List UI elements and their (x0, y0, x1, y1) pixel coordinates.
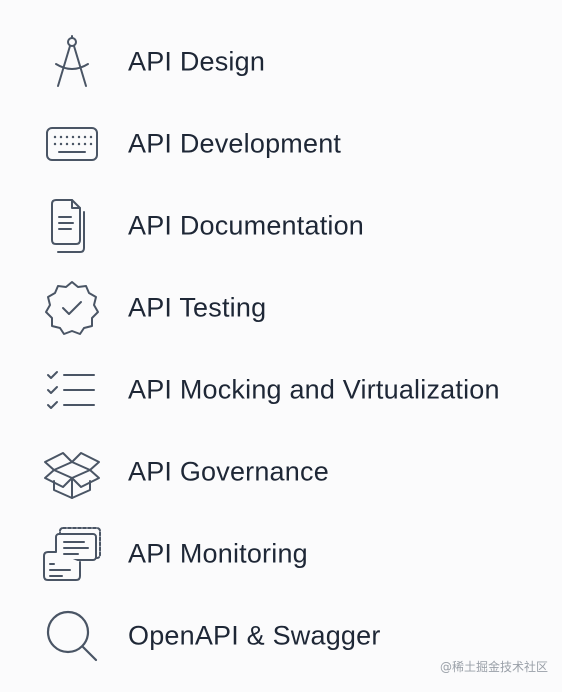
feature-item-api-monitoring[interactable]: API Monitoring (0, 513, 562, 595)
open-box-icon (40, 440, 104, 504)
document-icon (40, 194, 104, 258)
feature-label: API Monitoring (128, 538, 308, 569)
chat-monitor-icon (40, 522, 104, 586)
feature-label: OpenAPI & Swagger (128, 620, 381, 651)
checklist-icon (40, 358, 104, 422)
page: API Design API Development API Documenta… (0, 0, 562, 692)
feature-label: API Documentation (128, 210, 365, 241)
feature-item-api-design[interactable]: API Design (0, 21, 562, 103)
feature-item-api-governance[interactable]: API Governance (0, 431, 562, 513)
feature-item-api-development[interactable]: API Development (0, 103, 562, 185)
feature-label: API Governance (128, 456, 329, 487)
search-icon (40, 604, 104, 668)
feature-item-api-testing[interactable]: API Testing (0, 267, 562, 349)
keyboard-icon (40, 112, 104, 176)
feature-label: API Mocking and Virtualization (128, 374, 500, 405)
feature-label: API Development (128, 128, 342, 159)
feature-label: API Testing (128, 292, 267, 323)
feature-list: API Design API Development API Documenta… (0, 21, 562, 677)
feature-item-api-mocking[interactable]: API Mocking and Virtualization (0, 349, 562, 431)
watermark: @稀土掘金技术社区 (439, 660, 548, 674)
compass-icon (40, 30, 104, 94)
feature-label: API Design (128, 46, 266, 77)
badge-check-icon (40, 276, 104, 340)
feature-item-api-documentation[interactable]: API Documentation (0, 185, 562, 267)
